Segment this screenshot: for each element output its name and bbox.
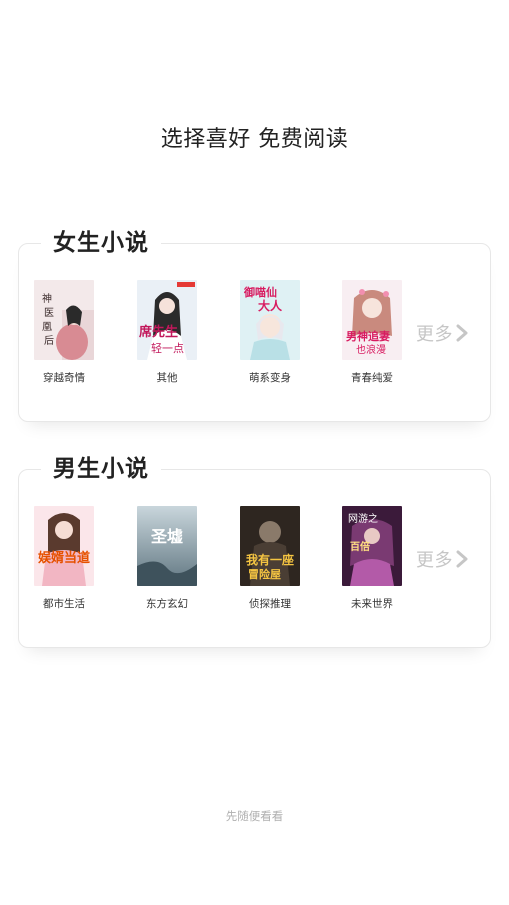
- book-category-label: 萌系变身: [249, 372, 291, 384]
- svg-text:后: 后: [44, 335, 54, 347]
- book-category-label: 都市生活: [43, 598, 85, 610]
- book-qita[interactable]: 席先生 轻一点 其他: [136, 280, 198, 385]
- book-cover: 御喵仙 大人: [240, 280, 300, 360]
- svg-text:冒险屋: 冒险屋: [248, 567, 281, 581]
- book-category-label: 侦探推理: [249, 598, 291, 610]
- book-category-label: 穿越奇情: [43, 372, 85, 384]
- svg-text:圣墟: 圣墟: [150, 527, 183, 546]
- svg-text:轻一点: 轻一点: [151, 341, 184, 355]
- female-section-title: 女生小说: [41, 227, 161, 259]
- book-zhentan-tuili[interactable]: 我有一座 冒险屋 侦探推理: [239, 506, 301, 611]
- book-cover: 网游之 百倍: [342, 506, 402, 586]
- page-title: 选择喜好 免费阅读: [160, 127, 349, 152]
- chevron-right-icon: [456, 324, 468, 342]
- svg-text:男神追妻: 男神追妻: [346, 329, 390, 343]
- svg-text:也浪漫: 也浪漫: [356, 343, 386, 356]
- book-cover: 男神追妻 也浪漫: [342, 280, 402, 360]
- book-mengxi-bianshen[interactable]: 御喵仙 大人 萌系变身: [239, 280, 301, 385]
- book-category-label: 未来世界: [351, 598, 393, 610]
- svg-text:神: 神: [42, 292, 52, 305]
- book-weilai-shijie[interactable]: 网游之 百倍 未来世界: [341, 506, 403, 611]
- preference-screen: 选择喜好 免费阅读 女生小说 神 医 凰 后 穿越奇情 席先生 轻一点 其他 御…: [0, 0, 509, 905]
- svg-text:御喵仙: 御喵仙: [243, 285, 277, 299]
- female-more-button[interactable]: 更多: [416, 320, 468, 346]
- male-more-button[interactable]: 更多: [416, 546, 468, 572]
- book-category-label: 其他: [156, 372, 178, 384]
- book-cover: 神 医 凰 后: [34, 280, 94, 360]
- svg-text:大人: 大人: [258, 298, 283, 313]
- svg-text:凰: 凰: [42, 321, 52, 333]
- book-category-label: 青春纯爱: [351, 372, 393, 384]
- svg-text:娱婿当道: 娱婿当道: [38, 550, 90, 566]
- female-novels-card: 女生小说 神 医 凰 后 穿越奇情 席先生 轻一点 其他 御喵仙 大人 萌系变身…: [18, 227, 491, 422]
- svg-text:医: 医: [44, 307, 54, 319]
- book-qingchun-chunai[interactable]: 男神追妻 也浪漫 青春纯爱: [341, 280, 403, 385]
- male-section-title: 男生小说: [41, 453, 161, 485]
- book-cover: 娱婿当道: [34, 506, 94, 586]
- male-novels-card: 男生小说 娱婿当道 都市生活 圣墟 东方玄幻 我有一座 冒险屋 侦探推理 网游之…: [18, 453, 491, 648]
- svg-text:席先生: 席先生: [139, 324, 178, 340]
- book-dongfang-xuanhuan[interactable]: 圣墟 东方玄幻: [136, 506, 198, 611]
- book-category-label: 东方玄幻: [146, 598, 188, 610]
- book-cover: 我有一座 冒险屋: [240, 506, 300, 586]
- svg-text:网游之: 网游之: [348, 512, 378, 525]
- svg-text:我有一座: 我有一座: [246, 552, 294, 567]
- skip-link[interactable]: 先随便看看: [0, 808, 509, 824]
- more-label: 更多: [416, 324, 453, 345]
- more-label: 更多: [416, 550, 453, 571]
- book-cover: 席先生 轻一点: [137, 280, 197, 360]
- book-cover: 圣墟: [137, 506, 197, 586]
- chevron-right-icon: [456, 550, 468, 568]
- book-dushi-shenghuo[interactable]: 娱婿当道 都市生活: [33, 506, 95, 611]
- book-chuanyue-qiqing[interactable]: 神 医 凰 后 穿越奇情: [33, 280, 95, 385]
- svg-text:百倍: 百倍: [350, 540, 370, 553]
